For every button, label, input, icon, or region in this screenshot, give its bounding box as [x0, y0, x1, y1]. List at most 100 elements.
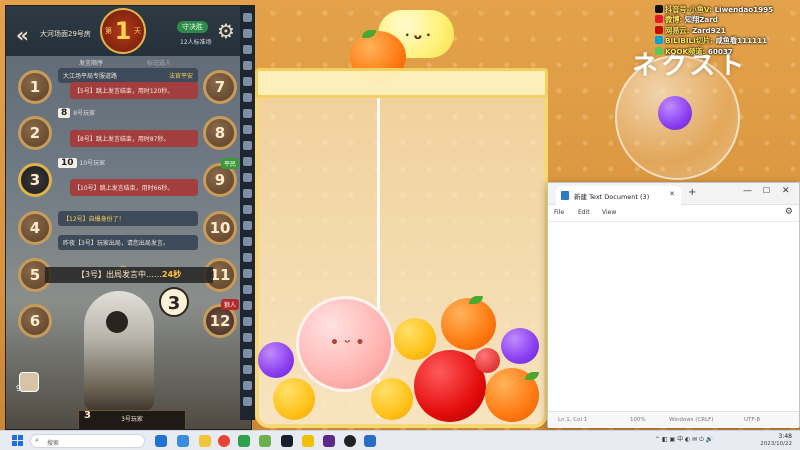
sidebar-icon[interactable]: [243, 109, 252, 118]
hooded-face: [106, 311, 128, 333]
app-icon[interactable]: [302, 435, 314, 447]
current-player-title: 3号玩家: [121, 416, 143, 423]
sidebar-icon[interactable]: [243, 253, 252, 262]
bilibili-icon: [655, 36, 663, 45]
sidebar-icon[interactable]: [243, 141, 252, 150]
chrome-icon[interactable]: [218, 435, 230, 447]
zoom-level: 100%: [630, 417, 646, 423]
sidebar-icon[interactable]: [243, 189, 252, 198]
taskbar-search-input[interactable]: 搜索: [30, 434, 145, 448]
notepad-tab[interactable]: 新建 Text Document (3) ✕: [556, 186, 681, 205]
task-view-icon[interactable]: [155, 435, 167, 447]
speaker-character: [84, 291, 154, 411]
sidebar-icon[interactable]: [243, 269, 252, 278]
seat-10[interactable]: 10: [203, 211, 237, 245]
sidebar-icon[interactable]: [243, 61, 252, 70]
sidebar-icon[interactable]: [243, 285, 252, 294]
app-icon[interactable]: [259, 435, 271, 447]
sidebar-icon[interactable]: [243, 93, 252, 102]
sidebar-icon[interactable]: [243, 317, 252, 326]
app-icon[interactable]: [323, 435, 335, 447]
werewolf-badge: 狼人: [221, 299, 240, 310]
notepad-taskbar-icon[interactable]: [364, 435, 376, 447]
game-mode-badge: 守决胜: [177, 21, 208, 33]
tab-mark-player[interactable]: 标记选人: [147, 58, 171, 67]
system-message: 【12号】自爆身份了！: [58, 211, 198, 226]
speaker-number-badge: 3: [159, 287, 189, 317]
avatar[interactable]: [19, 372, 39, 392]
sidebar-icon[interactable]: [243, 349, 252, 358]
sidebar-icon[interactable]: [243, 173, 252, 182]
seat-7[interactable]: 7: [203, 70, 237, 104]
sidebar-icon[interactable]: [243, 13, 252, 22]
peach-face: • ᵕ •: [330, 335, 365, 351]
obs-icon[interactable]: [344, 435, 356, 447]
edge-icon[interactable]: [177, 435, 189, 447]
villager-badge: 平民: [221, 158, 240, 169]
steam-icon[interactable]: [281, 435, 293, 447]
werewolf-game-window: « 大河场面29号房 第 1 天 守决胜 12人标准场 ⚙ 发言顺序 标记选人 …: [5, 5, 252, 430]
windows-start-icon[interactable]: [12, 435, 24, 447]
tab-speaking-order[interactable]: 发言顺序: [79, 58, 103, 67]
day-emblem: 第 1 天: [100, 8, 146, 54]
sidebar-icon[interactable]: [243, 29, 252, 38]
notepad-menubar: File Edit View ⚙: [548, 205, 799, 221]
speaking-status: 【3号】出局发言中……24秒: [45, 267, 213, 283]
file-explorer-icon[interactable]: [199, 435, 211, 447]
social-line: 网易云: Zard921: [655, 25, 800, 36]
sidebar-icon[interactable]: [243, 77, 252, 86]
seat-6[interactable]: 6: [18, 304, 52, 338]
notepad-statusbar: Ln 1, Col 1 100% Windows (CRLF) UTF-8: [548, 411, 799, 428]
sidebar-icon[interactable]: [243, 157, 252, 166]
maximize-button[interactable]: ☐: [763, 186, 770, 195]
douyin-icon: [655, 5, 663, 13]
netease-music-icon: [655, 25, 663, 34]
menu-file[interactable]: File: [554, 209, 564, 216]
back-chevrons-icon[interactable]: «: [16, 23, 29, 47]
player-count: 12人标准场: [180, 39, 212, 46]
notepad-tab-title: 新建 Text Document (3): [574, 193, 650, 201]
minimize-button[interactable]: —: [743, 186, 752, 196]
social-line: 微博: 知翔Zard: [655, 15, 800, 25]
sidebar-icon[interactable]: [243, 125, 252, 134]
seat-4[interactable]: 4: [18, 211, 52, 245]
chat-message: 【8号】跳上发言结束，用时87秒。: [70, 130, 198, 147]
avatar-number: 9: [16, 384, 22, 393]
seat-1[interactable]: 1: [18, 70, 52, 104]
sidebar-icon[interactable]: [243, 237, 252, 246]
gear-icon[interactable]: ⚙: [217, 19, 235, 43]
clock-time[interactable]: 3:48: [756, 433, 792, 440]
close-window-button[interactable]: ✕: [782, 186, 790, 196]
streamer-social-overlay: 抖音号-小鱼V: Liwendao1995 微博: 知翔Zard 网易云: Za…: [655, 5, 800, 63]
dropper-face: · ᴗ ·: [405, 28, 431, 42]
sidebar-icon[interactable]: [243, 397, 252, 406]
seat-3[interactable]: 3: [18, 163, 52, 197]
menu-edit[interactable]: Edit: [578, 209, 590, 216]
sidebar-icon[interactable]: [243, 381, 252, 390]
seat-2[interactable]: 2: [18, 116, 52, 150]
close-tab-icon[interactable]: ✕: [669, 190, 675, 198]
emulator-sidebar: [240, 5, 255, 420]
menu-view[interactable]: View: [602, 209, 616, 216]
chat-sender: 8 8号玩家: [58, 108, 95, 118]
seat-8[interactable]: 8: [203, 116, 237, 150]
cursor-position: Ln 1, Col 1: [558, 417, 588, 423]
notepad-text-area[interactable]: [548, 221, 799, 411]
chat-log[interactable]: 大江场平局专服道路 法官平安 【5号】跳上发言结束，用时120秒。 8 8号玩家 …: [58, 68, 198, 258]
sidebar-icon[interactable]: [243, 301, 252, 310]
chat-sender: 10 10号玩家: [58, 158, 105, 168]
system-tray[interactable]: ⌃ ◧ ▣ 中 ◐ ✉ ⏻ 🔊: [655, 434, 713, 444]
sidebar-icon[interactable]: [243, 333, 252, 342]
store-icon[interactable]: [238, 435, 250, 447]
new-tab-button[interactable]: +: [688, 187, 696, 198]
sidebar-icon[interactable]: [243, 365, 252, 374]
sidebar-icon[interactable]: [243, 221, 252, 230]
clock-date[interactable]: 2023/10/22: [740, 441, 792, 447]
day-suffix: 天: [134, 27, 141, 35]
next-fruit-grape: [658, 96, 692, 130]
sidebar-icon[interactable]: [243, 45, 252, 54]
gear-icon[interactable]: ⚙: [785, 207, 793, 217]
notepad-titlebar[interactable]: 新建 Text Document (3) ✕ + — ☐ ✕: [548, 183, 799, 205]
sidebar-icon[interactable]: [243, 205, 252, 214]
chat-message: 【5号】跳上发言结束，用时120秒。: [70, 82, 198, 99]
